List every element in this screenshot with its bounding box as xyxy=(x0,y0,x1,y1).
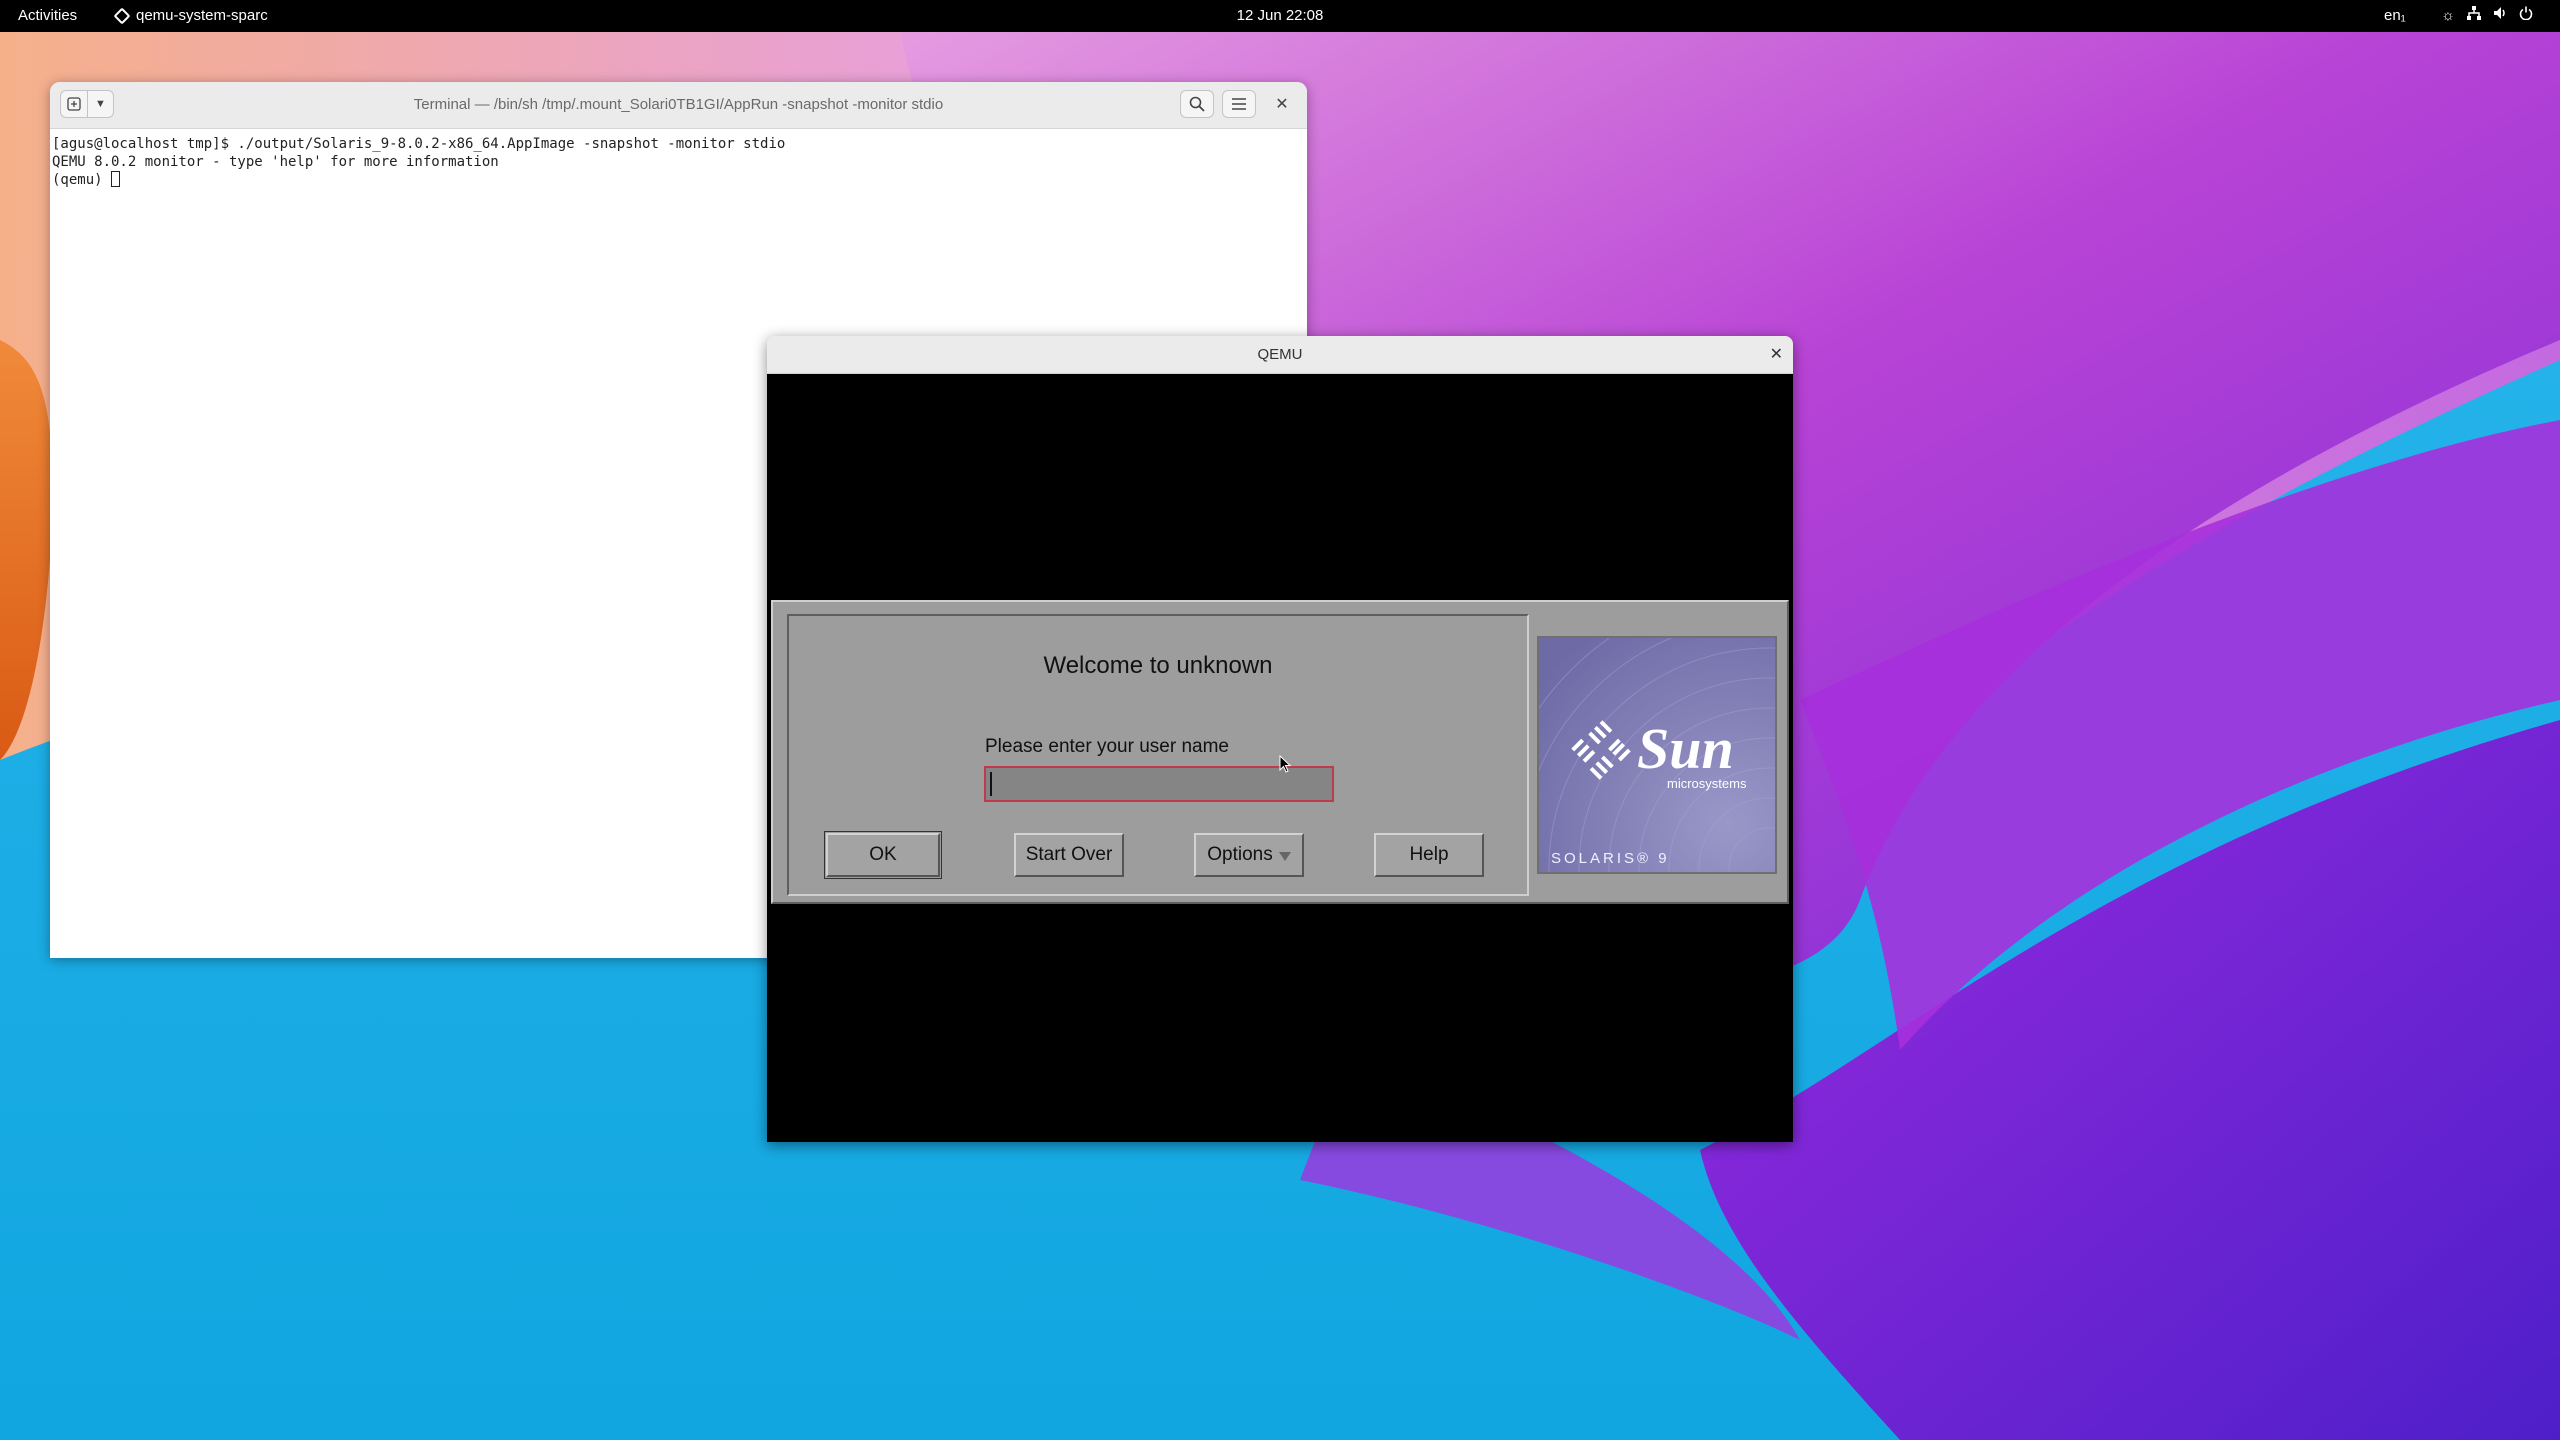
menu-button[interactable] xyxy=(1222,90,1256,118)
chevron-down-icon: ▼ xyxy=(95,98,106,110)
help-label: Help xyxy=(1409,844,1449,865)
search-button[interactable] xyxy=(1180,90,1214,118)
qemu-title: QEMU xyxy=(1257,346,1303,363)
terminal-header: ▼ Terminal — /bin/sh /tmp/.mount_Solari0… xyxy=(50,82,1307,129)
solaris-version-label: SOLARIS® 9 xyxy=(1551,850,1670,867)
help-button[interactable]: Help xyxy=(1374,833,1484,877)
new-tab-icon xyxy=(67,97,81,111)
text-cursor xyxy=(990,772,992,796)
app-icon xyxy=(113,7,131,25)
top-bar: Activities qemu-system-sparc 12 Jun 22:0… xyxy=(0,0,2560,32)
terminal-line: (qemu) xyxy=(52,172,112,188)
terminal-line: QEMU 8.0.2 monitor - type 'help' for mor… xyxy=(52,154,499,170)
close-icon: ✕ xyxy=(1769,346,1783,363)
cde-login-panel: Welcome to unknown Please enter your use… xyxy=(771,600,1789,904)
close-button[interactable]: ✕ xyxy=(1268,90,1296,118)
close-icon: ✕ xyxy=(1275,96,1289,113)
options-button[interactable]: Options xyxy=(1194,833,1304,877)
sun-solaris-logo: Sun microsystems SOLARIS® 9 xyxy=(1537,636,1777,874)
activities-button[interactable]: Activities xyxy=(18,0,77,32)
qemu-window[interactable]: QEMU ✕ Welcome to unknown Please enter y… xyxy=(767,336,1793,1142)
tab-dropdown-button[interactable]: ▼ xyxy=(88,90,114,118)
start-over-label: Start Over xyxy=(1025,844,1113,865)
new-tab-button[interactable] xyxy=(60,90,88,118)
mouse-pointer-icon xyxy=(1279,755,1292,773)
terminal-prompt-line: (qemu) xyxy=(52,171,1307,189)
welcome-heading: Welcome to unknown xyxy=(1043,652,1273,679)
terminal-cursor xyxy=(111,171,121,187)
system-tray[interactable]: ☼ xyxy=(2440,0,2534,32)
hamburger-icon xyxy=(1232,98,1246,110)
volume-icon xyxy=(2492,0,2508,32)
search-icon xyxy=(1189,96,1205,112)
brightness-icon: ☼ xyxy=(2441,7,2455,24)
microsystems-text: microsystems xyxy=(1667,776,1747,791)
qemu-header: QEMU ✕ xyxy=(767,336,1793,374)
ok-button-label: OK xyxy=(869,844,897,865)
power-icon xyxy=(2518,0,2534,32)
username-prompt: Please enter your user name xyxy=(985,736,1229,757)
app-menu[interactable]: qemu-system-sparc xyxy=(113,0,268,32)
app-menu-label: qemu-system-sparc xyxy=(136,7,268,24)
login-form: Welcome to unknown Please enter your use… xyxy=(787,614,1529,896)
terminal-line: [agus@localhost tmp]$ ./output/Solaris_9… xyxy=(52,136,786,152)
terminal-title: Terminal — /bin/sh /tmp/.mount_Solari0TB… xyxy=(413,96,944,113)
options-label: Options xyxy=(1207,844,1273,865)
ok-button[interactable]: OK xyxy=(824,831,942,879)
dropdown-arrow-icon xyxy=(1278,851,1291,861)
network-icon xyxy=(2466,0,2482,32)
start-over-button[interactable]: Start Over xyxy=(1014,833,1124,877)
sun-wordmark: Sun xyxy=(1637,716,1734,781)
qemu-close-button[interactable]: ✕ xyxy=(1770,336,1783,373)
language-indicator[interactable]: en₁ xyxy=(2384,0,2406,32)
clock[interactable]: 12 Jun 22:08 xyxy=(1234,0,1326,32)
